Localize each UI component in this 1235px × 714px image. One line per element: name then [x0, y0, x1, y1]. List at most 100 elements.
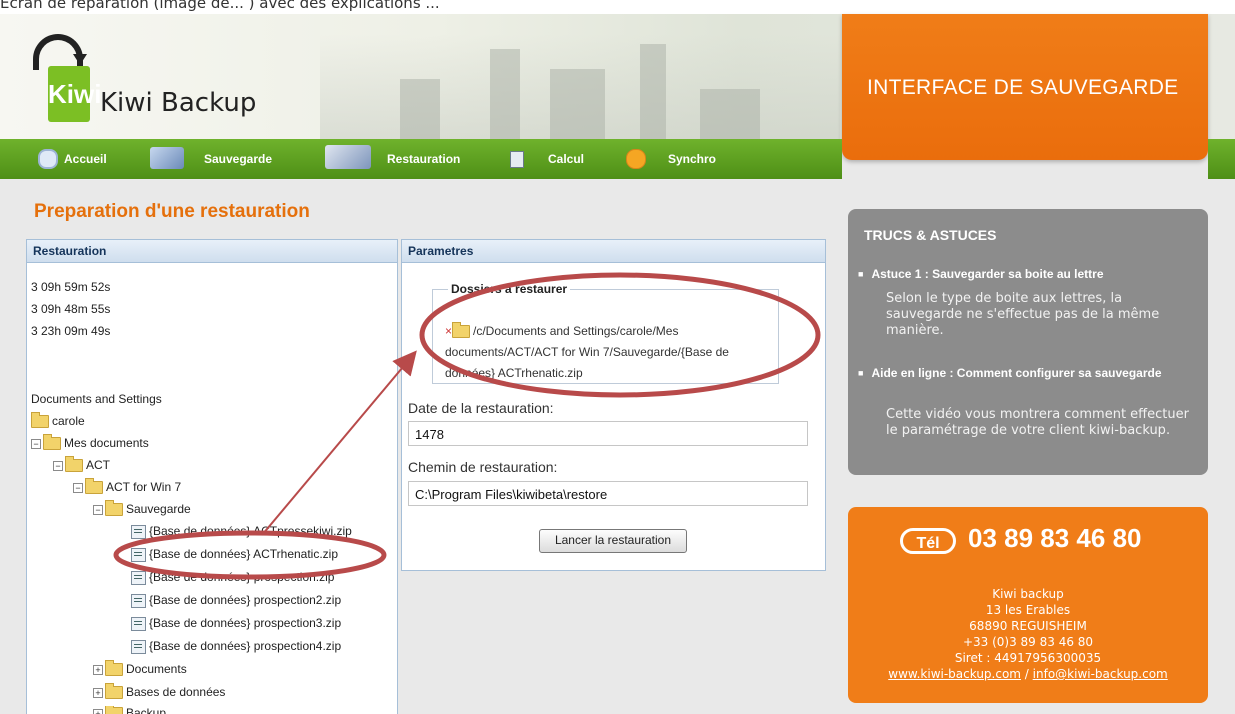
top-caption: Ecran de réparation (image de... ) avec …	[0, 0, 440, 12]
time-entry[interactable]: 3 09h 48m 55s	[31, 302, 110, 316]
parametres-panel-title: Parametres	[402, 240, 825, 263]
dossiers-legend: Dossiers à restaurer	[451, 282, 568, 296]
tree-item-bases-de-donnees[interactable]: + Bases de données	[93, 683, 226, 700]
tree-item-zip[interactable]: {Base de données} ACTpressekiwi.zip	[131, 524, 352, 539]
tree-item-label: {Base de données} prospection.zip	[149, 570, 335, 584]
nav-label: Restauration	[387, 152, 461, 166]
tree-item-label: Documents	[126, 662, 187, 676]
restore-icon	[325, 145, 371, 169]
tree-item-act-for-win7[interactable]: − ACT for Win 7	[73, 478, 181, 495]
kiwi-logo[interactable]: Kiwi	[48, 66, 101, 122]
street: 13 les Erables	[985, 603, 1071, 617]
zip-file-icon	[131, 616, 146, 631]
expand-icon[interactable]: +	[93, 708, 103, 714]
tree-item-label: Mes documents	[64, 436, 149, 450]
website-link[interactable]: www.kiwi-backup.com	[888, 667, 1021, 681]
folder-open-icon	[85, 478, 103, 495]
tip1-text: Selon le type de boite aux lettres, la s…	[886, 291, 1160, 338]
home-icon	[38, 149, 58, 169]
expand-icon[interactable]: +	[93, 664, 103, 675]
tree-item-zip[interactable]: {Base de données} prospection.zip	[131, 570, 334, 585]
tree-item-label: {Base de données} ACTrhenatic.zip	[149, 547, 339, 561]
restore-path-input[interactable]: C:\Program Files\kiwibeta\restore	[408, 481, 808, 506]
tree-item-carole[interactable]: carole	[31, 412, 85, 429]
tree-item-zip[interactable]: {Base de données} prospection4.zip	[131, 639, 341, 654]
nav-label: Synchro	[668, 152, 717, 166]
nav-item-sauvegarde[interactable]: Sauvegarde	[150, 139, 272, 179]
tree-item-zip-selected[interactable]: {Base de données} ACTrhenatic.zip	[131, 547, 338, 562]
folder-icon	[31, 412, 49, 429]
restauration-panel: Restauration 3 09h 59m 52s 3 09h 48m 55s…	[26, 239, 398, 714]
expand-icon[interactable]: +	[93, 687, 103, 698]
collapse-icon[interactable]: −	[53, 460, 63, 471]
tree-item-mes-documents[interactable]: − Mes documents	[31, 434, 149, 451]
city: 68890 REGUISHEIM	[969, 619, 1087, 633]
collapse-icon[interactable]: −	[73, 482, 83, 493]
tree-item-label: carole	[52, 414, 85, 428]
tree-item-label: Sauvegarde	[126, 502, 191, 516]
folder-path-line: /c/Documents and Settings/carole/Mes	[473, 324, 679, 338]
parametres-panel: Parametres Dossiers à restaurer × /c/Docu…	[401, 239, 826, 571]
tip1-link[interactable]: Astuce 1 : Sauvegarder sa boite au lettr…	[858, 267, 1103, 281]
tree-item-documents[interactable]: + Documents	[93, 660, 187, 677]
link-separator: /	[1020, 667, 1033, 681]
computers-icon	[150, 147, 184, 169]
remove-icon[interactable]: ×	[445, 324, 452, 338]
tree-item-documents-and-settings[interactable]: Documents and Settings	[31, 392, 162, 406]
nav-item-calcul[interactable]: Calcul	[510, 139, 584, 179]
nav-item-accueil[interactable]: Accueil	[38, 139, 107, 179]
folder-icon	[105, 683, 123, 700]
zip-file-icon	[131, 547, 146, 562]
tip2-link[interactable]: Aide en ligne : Comment configurer sa sa…	[858, 363, 1178, 383]
launch-restore-button[interactable]: Lancer la restauration	[539, 529, 687, 553]
sync-icon	[626, 149, 646, 169]
nav-label: Accueil	[64, 152, 107, 166]
nav-bar-right	[1208, 139, 1235, 179]
folder-open-icon	[43, 434, 61, 451]
tree-item-label: {Base de données} prospection2.zip	[149, 593, 342, 607]
tree-item-act[interactable]: − ACT	[53, 456, 110, 473]
company-name: Kiwi backup	[992, 587, 1064, 601]
tree-item-label: {Base de données} ACTpressekiwi.zip	[149, 524, 352, 538]
zip-file-icon	[131, 593, 146, 608]
time-entry[interactable]: 3 09h 59m 52s	[31, 280, 110, 294]
tel-badge: Tél	[900, 528, 956, 554]
tree-item-zip[interactable]: {Base de données} prospection2.zip	[131, 593, 341, 608]
folder-path-line: données} ACTrhenatic.zip	[445, 366, 583, 380]
contact-links: www.kiwi-backup.com / info@kiwi-backup.c…	[848, 667, 1208, 681]
tree-item-zip[interactable]: {Base de données} prospection3.zip	[131, 616, 341, 631]
date-input[interactable]: 1478	[408, 421, 808, 446]
brand-name: Kiwi Backup	[100, 88, 257, 118]
nav-item-restauration[interactable]: Restauration	[325, 139, 460, 179]
zip-file-icon	[131, 570, 146, 585]
city-background	[320, 34, 840, 139]
selected-folder-entry: × /c/Documents and Settings/carole/Mes do…	[445, 321, 785, 384]
tree-item-sauvegarde[interactable]: − Sauvegarde	[93, 500, 191, 517]
tree-item-label: Bases de données	[126, 685, 226, 699]
date-label: Date de la restauration:	[408, 400, 554, 416]
page-title: Preparation d'une restauration	[34, 201, 310, 222]
path-label: Chemin de restauration:	[408, 459, 558, 475]
collapse-icon[interactable]: −	[31, 438, 41, 449]
phone-intl: +33 (0)3 89 83 46 80	[962, 635, 1094, 649]
nav-label: Calcul	[548, 152, 585, 166]
tips-title: TRUCS & ASTUCES	[864, 227, 997, 243]
collapse-icon[interactable]: −	[93, 504, 103, 515]
email-link[interactable]: info@kiwi-backup.com	[1033, 667, 1168, 681]
calculator-icon	[510, 151, 524, 168]
main-nav: Accueil Sauvegarde Restauration Calcul S…	[0, 139, 842, 179]
tips-box: TRUCS & ASTUCES Astuce 1 : Sauvegarder s…	[848, 209, 1208, 475]
dossiers-fieldset: Dossiers à restaurer × /c/Documents and S…	[432, 282, 779, 384]
folder-icon	[452, 322, 471, 339]
tree-item-label: {Base de données} prospection4.zip	[149, 639, 342, 653]
tip2-text: Cette vidéo vous montrera comment effect…	[886, 407, 1189, 438]
time-entry[interactable]: 3 23h 09m 49s	[31, 324, 110, 338]
folder-open-icon	[105, 500, 123, 517]
nav-item-synchro[interactable]: Synchro	[626, 139, 716, 179]
interface-title: INTERFACE DE SAUVEGARDE	[867, 76, 1179, 99]
restauration-panel-title: Restauration	[27, 240, 397, 263]
tree-item-label: {Base de données} prospection3.zip	[149, 616, 342, 630]
nav-label: Sauvegarde	[204, 152, 273, 166]
tree-item-label: Documents and Settings	[31, 392, 162, 406]
contact-box: Tél 03 89 83 46 80 Kiwi backup 13 les Er…	[848, 507, 1208, 703]
